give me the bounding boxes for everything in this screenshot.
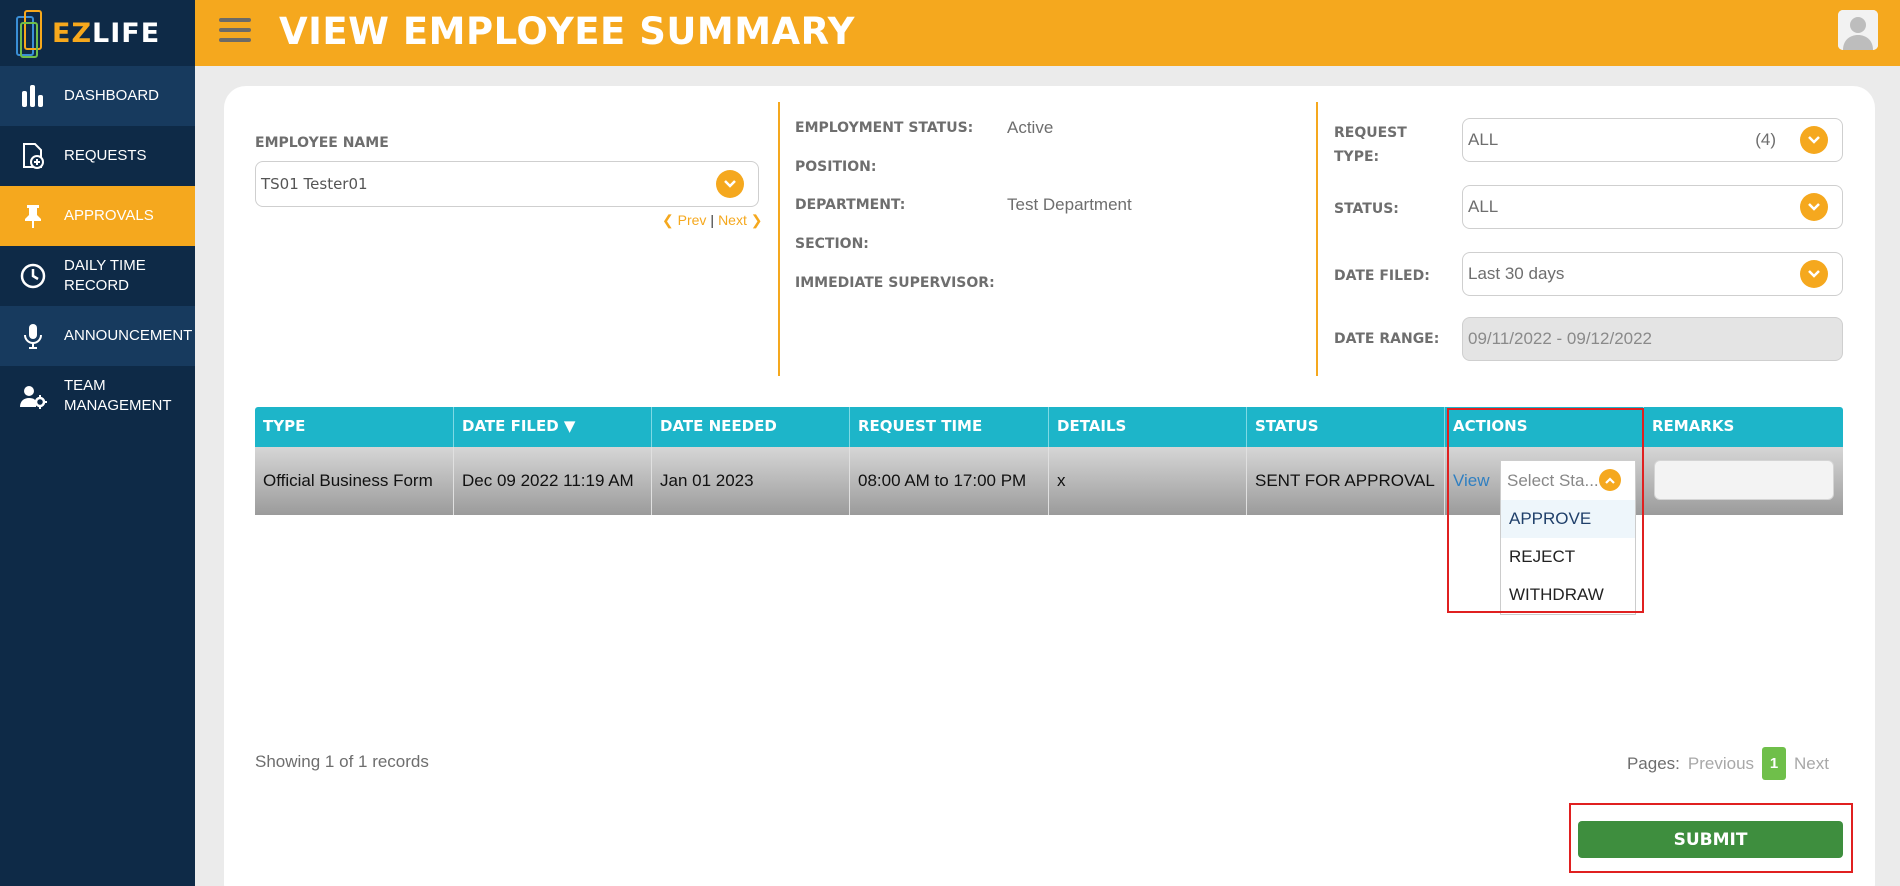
pin-icon <box>18 201 48 231</box>
status-filter-select[interactable]: ALL <box>1462 185 1843 229</box>
bar-chart-icon <box>18 81 48 111</box>
clock-icon <box>18 261 48 291</box>
cell-date-filed: Dec 09 2022 11:19 AM <box>454 447 652 515</box>
sidebar-item-label: APPROVALS <box>64 207 154 224</box>
chevron-down-icon <box>716 170 744 198</box>
request-type-label: REQUEST TYPE: <box>1334 125 1407 165</box>
column-header-details[interactable]: DETAILS <box>1049 407 1247 447</box>
employment-status-label: EMPLOYMENT STATUS: <box>795 120 974 136</box>
date-range-label: DATE RANGE: <box>1334 331 1440 347</box>
hamburger-menu-icon[interactable] <box>219 18 251 46</box>
sidebar-item-daily-time-record[interactable]: DAILY TIME RECORD <box>0 246 195 306</box>
column-header-date-needed[interactable]: DATE NEEDED <box>652 407 850 447</box>
sidebar-item-label: DASHBOARD <box>64 87 160 104</box>
next-employee-link[interactable]: Next ❯ <box>718 212 762 229</box>
current-page-button[interactable]: 1 <box>1762 747 1787 780</box>
actions-highlight-box <box>1447 408 1644 613</box>
document-add-icon <box>18 141 48 171</box>
date-range-value: 09/11/2022 - 09/12/2022 <box>1468 329 1653 348</box>
cell-details: x <box>1049 447 1247 515</box>
date-filed-select[interactable]: Last 30 days <box>1462 252 1843 296</box>
divider <box>1316 102 1318 376</box>
user-avatar-icon <box>1838 10 1878 50</box>
department-label: DEPARTMENT: <box>795 197 906 213</box>
sidebar-item-dashboard[interactable]: DASHBOARD <box>0 66 195 126</box>
top-header: VIEW EMPLOYEE SUMMARY <box>195 0 1900 66</box>
column-header-request-time[interactable]: REQUEST TIME <box>850 407 1049 447</box>
sidebar: EZLIFE DASHBOARD REQUESTS APPROVALS DAIL… <box>0 0 195 886</box>
avatar[interactable] <box>1838 10 1878 50</box>
sidebar-item-team-management[interactable]: TEAM MANAGEMENT <box>0 366 195 426</box>
employee-name-value: TS01 Tester01 <box>261 175 368 193</box>
request-type-value: ALL <box>1468 130 1499 149</box>
employee-name-select[interactable]: TS01 Tester01 <box>255 161 759 207</box>
column-header-status[interactable]: STATUS <box>1247 407 1445 447</box>
date-filed-label: DATE FILED: <box>1334 268 1430 284</box>
employee-pager: ❮ Prev | Next ❯ <box>662 212 763 229</box>
submit-button[interactable]: SUBMIT <box>1578 821 1843 858</box>
records-count: Showing 1 of 1 records <box>255 752 429 771</box>
sidebar-item-label: REQUESTS <box>64 147 147 164</box>
section-label: SECTION: <box>795 236 869 252</box>
sidebar-item-label: DAILY TIME RECORD <box>64 257 146 294</box>
date-range-input[interactable]: 09/11/2022 - 09/12/2022 <box>1462 317 1843 361</box>
chevron-down-icon <box>1800 126 1828 154</box>
microphone-icon <box>18 321 48 351</box>
department-value: Test Department <box>1007 195 1132 214</box>
cell-request-time: 08:00 AM to 17:00 PM <box>850 447 1049 515</box>
app-logo[interactable]: EZLIFE <box>0 0 195 66</box>
sidebar-item-label: TEAM MANAGEMENT <box>64 377 172 414</box>
status-filter-label: STATUS: <box>1334 201 1399 217</box>
date-filed-value: Last 30 days <box>1468 264 1565 283</box>
chevron-down-icon <box>1800 193 1828 221</box>
chevron-down-icon <box>1800 260 1828 288</box>
previous-page-link[interactable]: Previous <box>1688 754 1754 774</box>
status-filter-value: ALL <box>1468 197 1499 216</box>
remarks-input[interactable] <box>1654 460 1834 500</box>
column-header-type[interactable]: TYPE <box>255 407 454 447</box>
sidebar-item-announcement[interactable]: ANNOUNCEMENT <box>0 306 195 366</box>
pages-label: Pages: <box>1626 753 1680 773</box>
user-gear-icon <box>18 381 48 411</box>
page-title: VIEW EMPLOYEE SUMMARY <box>279 10 855 53</box>
position-label: POSITION: <box>795 159 877 175</box>
request-type-count: (4) <box>1755 130 1776 149</box>
request-type-select[interactable]: ALL (4) <box>1462 118 1843 162</box>
sidebar-item-requests[interactable]: REQUESTS <box>0 126 195 186</box>
sidebar-item-label: ANNOUNCEMENT <box>64 327 193 344</box>
logo-text: EZLIFE <box>52 17 161 49</box>
column-header-remarks: REMARKS <box>1652 417 1735 435</box>
pagination: Pages: Previous 1 Next <box>1627 747 1837 780</box>
immediate-supervisor-label: IMMEDIATE SUPERVISOR: <box>795 275 995 291</box>
employee-name-label: EMPLOYEE NAME <box>255 135 389 151</box>
divider <box>778 102 780 376</box>
employment-status-value: Active <box>1007 118 1054 137</box>
cell-date-needed: Jan 01 2023 <box>652 447 850 515</box>
prev-employee-link[interactable]: ❮ Prev <box>662 212 706 229</box>
logo-mark-icon <box>14 8 50 58</box>
cell-type: Official Business Form <box>255 447 454 515</box>
next-page-link[interactable]: Next <box>1794 754 1829 774</box>
column-header-date-filed[interactable]: DATE FILED ▼ <box>454 407 652 447</box>
cell-status: SENT FOR APPROVAL <box>1247 447 1445 515</box>
sidebar-item-approvals[interactable]: APPROVALS <box>0 186 195 246</box>
